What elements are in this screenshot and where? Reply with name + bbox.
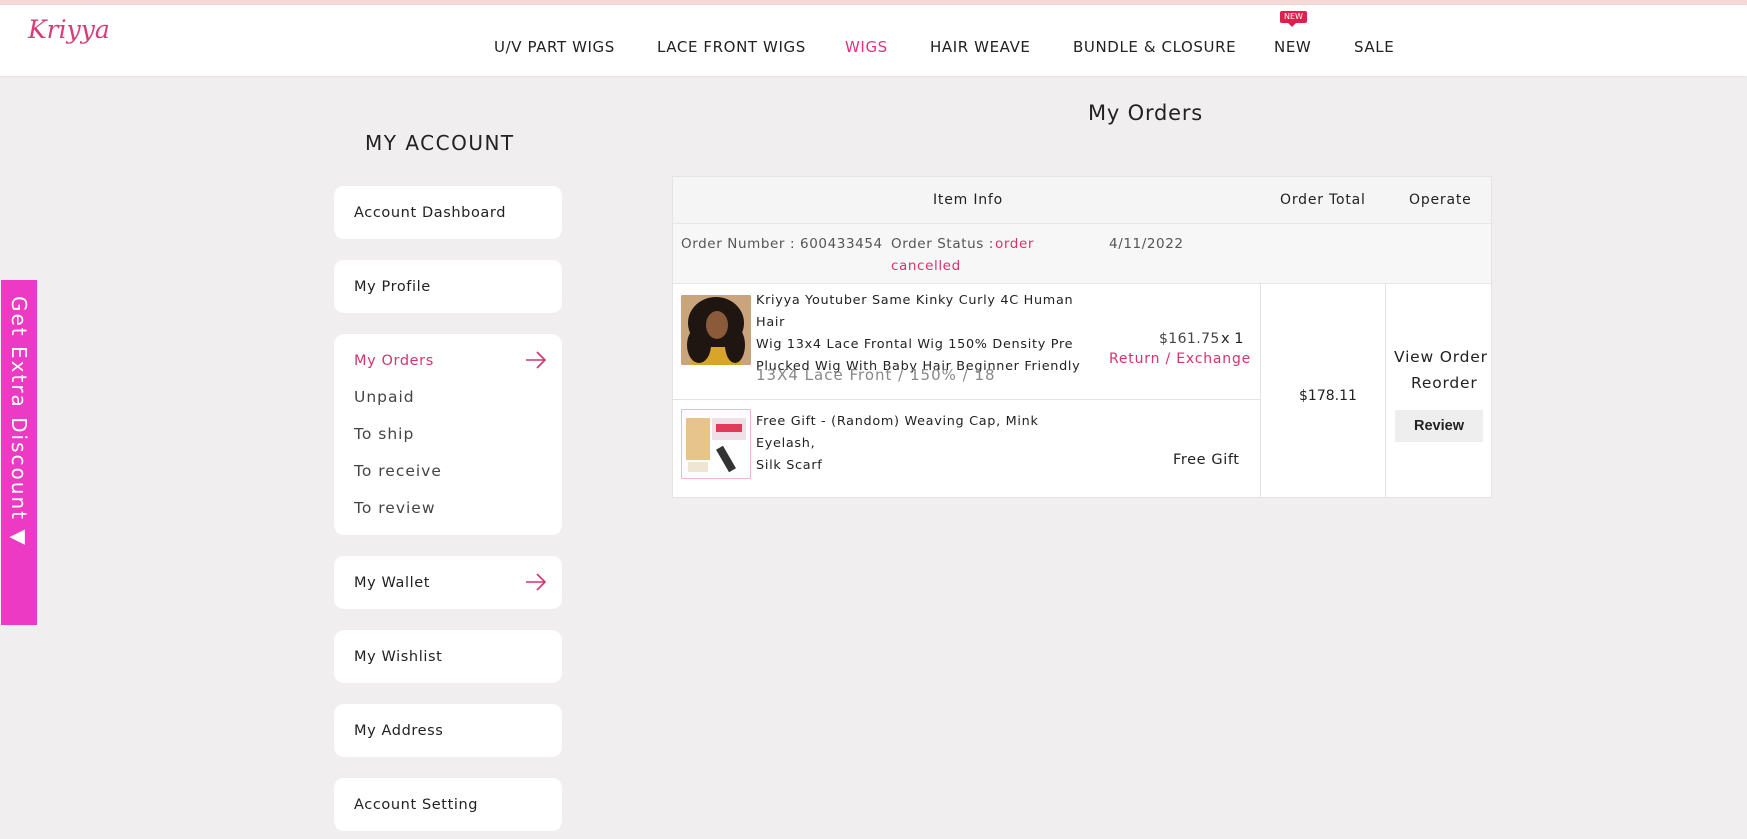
arrow-right-icon[interactable]	[525, 351, 547, 369]
site-header: Kriyya U/V PART WIGS LACE FRONT WIGS WIG…	[0, 5, 1747, 76]
menu-account-setting[interactable]: Account Setting	[354, 797, 478, 813]
order-date: 4/11/2022	[1109, 236, 1184, 252]
menu-card-orders: My Orders Unpaid To ship To receive To r…	[334, 334, 562, 535]
product-name[interactable]: Kriyya Youtuber Same Kinky Curly 4C Huma…	[756, 290, 1096, 378]
view-order-link[interactable]: View Order	[1394, 348, 1488, 366]
new-badge: NEW	[1280, 11, 1307, 27]
menu-card-dashboard[interactable]: Account Dashboard	[334, 186, 562, 239]
nav-sale[interactable]: SALE	[1354, 38, 1394, 56]
table-header: Item Info Order Total Operate	[673, 177, 1491, 224]
product-name-line: Wig 13x4 Lace Frontal Wig 150% Density P…	[756, 337, 1074, 352]
order-status-value-cont: cancelled	[891, 258, 961, 274]
menu-card-profile[interactable]: My Profile	[334, 260, 562, 313]
product-name-line: Kriyya Youtuber Same Kinky Curly 4C Huma…	[756, 293, 1074, 330]
divider	[673, 399, 1260, 400]
gift-photo-icon	[686, 418, 746, 473]
extra-discount-label: Get Extra Discount ▼	[7, 296, 31, 547]
brand-logo[interactable]: Kriyya	[28, 15, 110, 44]
gift-name[interactable]: Free Gift - (Random) Weaving Cap, Mink E…	[756, 411, 1096, 477]
order-status-value: order	[995, 236, 1034, 252]
col-operate: Operate	[1409, 192, 1472, 208]
product-quantity: x 1	[1221, 331, 1244, 347]
menu-card-wallet[interactable]: My Wallet	[334, 556, 562, 609]
nav-uv-part-wigs[interactable]: U/V PART WIGS	[494, 38, 615, 56]
nav-lace-front-wigs[interactable]: LACE FRONT WIGS	[657, 38, 806, 56]
product-thumbnail[interactable]	[681, 295, 751, 365]
account-title: MY ACCOUNT	[365, 131, 515, 155]
page-title: My Orders	[1088, 101, 1204, 125]
gift-name-line: Free Gift - (Random) Weaving Cap, Mink E…	[756, 414, 1039, 451]
free-gift-price: Free Gift	[1173, 452, 1240, 468]
arrow-right-icon[interactable]	[525, 573, 547, 591]
col-order-total: Order Total	[1280, 192, 1366, 208]
menu-my-orders[interactable]: My Orders	[354, 353, 434, 369]
gift-name-line: Silk Scarf	[756, 458, 823, 473]
col-item-info: Item Info	[933, 192, 1004, 208]
submenu-to-review[interactable]: To review	[354, 499, 436, 517]
reorder-link[interactable]: Reorder	[1411, 374, 1478, 392]
product-photo-icon	[681, 295, 751, 365]
submenu-to-ship[interactable]: To ship	[354, 425, 414, 443]
menu-card-wishlist[interactable]: My Wishlist	[334, 630, 562, 683]
divider	[1260, 283, 1261, 497]
menu-my-profile[interactable]: My Profile	[354, 279, 431, 295]
return-exchange-link[interactable]: Return / Exchange	[1109, 351, 1251, 367]
product-variant: 13X4 Lace Front / 150% / 18	[756, 366, 996, 384]
order-status-label: Order Status :	[891, 236, 994, 252]
review-button[interactable]: Review	[1395, 410, 1483, 442]
menu-my-address[interactable]: My Address	[354, 723, 443, 739]
menu-my-wallet[interactable]: My Wallet	[354, 575, 430, 591]
product-price: $161.75	[1159, 331, 1220, 347]
submenu-unpaid[interactable]: Unpaid	[354, 388, 415, 406]
nav-wigs[interactable]: WIGS	[845, 38, 888, 56]
menu-card-address[interactable]: My Address	[334, 704, 562, 757]
menu-my-wishlist[interactable]: My Wishlist	[354, 649, 442, 665]
divider	[1385, 283, 1386, 497]
order-number: Order Number : 600433454	[681, 236, 883, 252]
orders-table: Item Info Order Total Operate Order Numb…	[672, 176, 1492, 498]
nav-bundle-closure[interactable]: BUNDLE & CLOSURE	[1073, 38, 1236, 56]
nav-new[interactable]: NEW	[1274, 38, 1311, 56]
menu-account-dashboard[interactable]: Account Dashboard	[354, 205, 506, 221]
nav-hair-weave[interactable]: HAIR WEAVE	[930, 38, 1031, 56]
gift-thumbnail[interactable]	[681, 409, 751, 479]
order-meta-row: Order Number : 600433454 Order Status : …	[673, 224, 1491, 284]
menu-card-account-setting[interactable]: Account Setting	[334, 778, 562, 831]
extra-discount-tab[interactable]: Get Extra Discount ▼	[1, 280, 37, 625]
order-total: $178.11	[1299, 388, 1357, 404]
submenu-to-receive[interactable]: To receive	[354, 462, 442, 480]
